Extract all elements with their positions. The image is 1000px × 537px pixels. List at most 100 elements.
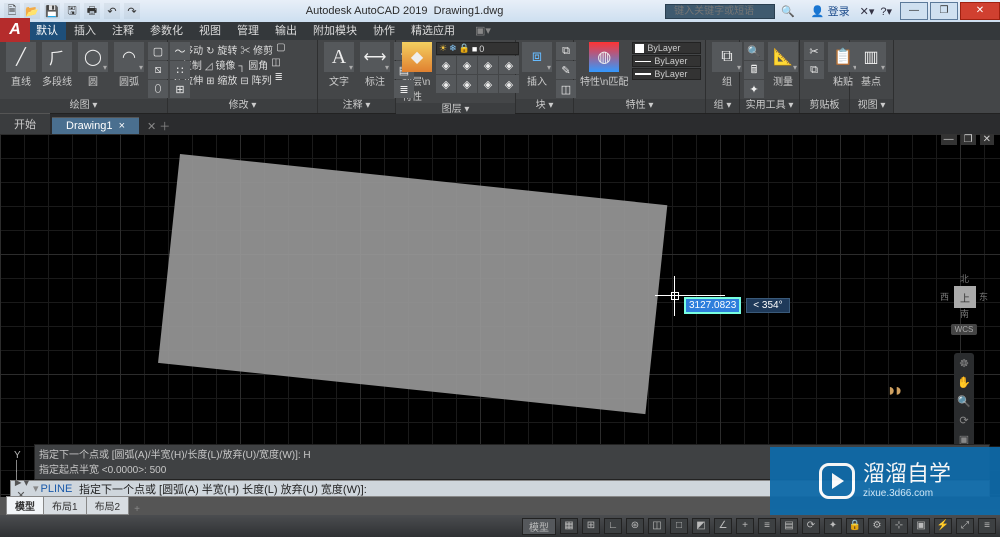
status-qp-icon[interactable]: ▣ (912, 518, 930, 534)
wcs-label[interactable]: WCS (951, 324, 978, 335)
status-otrack-icon[interactable]: ∠ (714, 518, 732, 534)
drawing-canvas[interactable]: — ❐ ✕ 3127.0823 < 354° Y││└── 北 南 东 西 上 … (0, 134, 1000, 497)
tool-rotate[interactable]: ↻ 旋转 (206, 42, 237, 57)
qat-saveas-icon[interactable]: 🖫 (64, 3, 80, 19)
tool-fillet[interactable]: ┐ 圆角 (238, 57, 268, 72)
dyn-distance-field[interactable]: 3127.0823 (685, 298, 740, 313)
ribbon-tab-parametric[interactable]: 参数化 (142, 22, 191, 40)
viewcube-top-face[interactable]: 上 (954, 286, 976, 308)
window-minimize-button[interactable]: — (900, 2, 928, 20)
color-dropdown[interactable]: ByLayer (632, 42, 701, 54)
layer-off-icon[interactable]: ◈ (457, 56, 477, 74)
panel-viewbase-label[interactable]: 视图 ▾ (850, 99, 893, 113)
status-units-icon[interactable]: ⊹ (890, 518, 908, 534)
qat-save-icon[interactable]: 💾 (44, 3, 60, 19)
tool-measure[interactable]: 📐测量 (766, 42, 800, 88)
window-close-button[interactable]: ✕ (960, 2, 1000, 20)
status-annoscale-icon[interactable]: 🔒 (846, 518, 864, 534)
doc-tab-start[interactable]: 开始 (0, 113, 50, 134)
util-select-icon[interactable]: 🔍 (744, 42, 764, 60)
status-hwaccel-icon[interactable]: ⚡ (934, 518, 952, 534)
status-cycle-icon[interactable]: ⟳ (802, 518, 820, 534)
ribbon-tab-addins[interactable]: 附加模块 (305, 22, 365, 40)
tool-text[interactable]: A文字 (322, 42, 356, 88)
viewcube-east[interactable]: 东 (979, 290, 988, 303)
panel-clipboard-label[interactable]: 剪贴板 (800, 99, 849, 113)
layer-more-icon[interactable]: ◈ (499, 75, 519, 93)
lineweight-dropdown[interactable]: ByLayer (632, 68, 701, 80)
ribbon-tab-collab[interactable]: 协作 (365, 22, 403, 40)
tool-region-icon[interactable]: ⊞ (170, 80, 190, 98)
doc-tab-new-icon[interactable]: ✕ ＋ (141, 118, 176, 134)
status-ortho-icon[interactable]: ∟ (604, 518, 622, 534)
doc-window-close-icon[interactable]: ✕ (980, 134, 994, 145)
doc-tab-drawing1[interactable]: Drawing1 × (52, 117, 139, 134)
panel-utilities-label[interactable]: 实用工具 ▾ (740, 99, 799, 113)
tool-trim-dd-icon[interactable]: ▢ (276, 42, 285, 57)
clip-copy-icon[interactable]: ⧉ (804, 61, 824, 79)
ribbon-tab-expand-icon[interactable]: ▣▾ (467, 22, 499, 40)
qat-plot-icon[interactable]: 🖶 (84, 3, 100, 19)
tool-dimension[interactable]: ⟷标注 (358, 42, 392, 88)
ribbon-tab-manage[interactable]: 管理 (229, 22, 267, 40)
block-create-icon[interactable]: ⧉ (556, 42, 576, 60)
util-point-icon[interactable]: ✦ (744, 80, 764, 98)
tool-arc[interactable]: ◠圆弧 (112, 42, 146, 88)
tool-line[interactable]: ╱直线 (4, 42, 38, 88)
window-maximize-button[interactable]: ❐ (930, 2, 958, 20)
clip-cut-icon[interactable]: ✂ (804, 42, 824, 60)
linetype-dropdown[interactable]: ByLayer (632, 55, 701, 67)
layout-tab-layout1[interactable]: 布局1 (43, 496, 87, 515)
qat-undo-icon[interactable]: ↶ (104, 3, 120, 19)
viewcube-south[interactable]: 南 (960, 307, 969, 320)
ribbon-tab-featured[interactable]: 精选应用 (403, 22, 463, 40)
viewcube[interactable]: 北 南 东 西 上 (940, 272, 988, 320)
doc-tab-close-icon[interactable]: × (119, 120, 125, 132)
nav-zoom-icon[interactable]: 🔍 (957, 395, 971, 408)
tool-hatch-icon[interactable]: ⧅ (148, 61, 168, 79)
ribbon-tab-annotate[interactable]: 注释 (104, 22, 142, 40)
layer-iso-icon[interactable]: ◈ (436, 56, 456, 74)
status-osnap-icon[interactable]: □ (670, 518, 688, 534)
doc-window-min-icon[interactable]: — (941, 134, 957, 145)
login-link[interactable]: 👤 登录 (811, 3, 850, 19)
qat-redo-icon[interactable]: ↷ (124, 3, 140, 19)
nav-pan-icon[interactable]: ✋ (957, 376, 971, 389)
tool-scale[interactable]: ⊞ 缩放 (206, 72, 237, 87)
tool-array[interactable]: ⊟ 阵列 (240, 72, 271, 87)
layer-match-icon[interactable]: ◈ (436, 75, 456, 93)
util-calc-icon[interactable]: 🖩 (744, 61, 764, 79)
tool-trim[interactable]: ✂ 修剪 (240, 42, 273, 57)
tool-array-dd-icon[interactable]: ≣ (275, 72, 283, 87)
tool-spline-icon[interactable]: 〜 (170, 42, 190, 60)
panel-block-label[interactable]: 块 ▾ (516, 99, 573, 113)
panel-group-label[interactable]: 组 ▾ (706, 99, 739, 113)
status-snap-icon[interactable]: ⊞ (582, 518, 600, 534)
qat-new-icon[interactable]: 🗎 (4, 3, 20, 19)
ribbon-tab-default[interactable]: 默认 (28, 22, 66, 40)
qat-open-icon[interactable]: 📂 (24, 3, 40, 19)
search-icon[interactable]: 🔍 (781, 5, 795, 18)
layer-lock-icon[interactable]: ◈ (499, 56, 519, 74)
status-annomon-icon[interactable]: ✦ (824, 518, 842, 534)
tool-mirror[interactable]: ◿ 镜像 (205, 57, 235, 72)
tool-match-properties[interactable]: ◍特性\n匹配 (578, 42, 630, 88)
layer-state-icon[interactable]: ◈ (478, 75, 498, 93)
status-grid-icon[interactable]: ▦ (560, 518, 578, 534)
panel-annotate-label[interactable]: 注释 ▾ (318, 99, 395, 113)
tool-mtext-icon[interactable]: ≣ (394, 80, 414, 98)
help-icon[interactable]: ?▾ (880, 5, 892, 18)
viewcube-west[interactable]: 西 (940, 290, 949, 303)
layer-prev-icon[interactable]: ◈ (457, 75, 477, 93)
status-iso-icon[interactable]: ◫ (648, 518, 666, 534)
layer-dropdown[interactable]: ☀❄🔒■ 0 (436, 42, 519, 55)
layer-freeze-icon[interactable]: ◈ (478, 56, 498, 74)
status-polar-icon[interactable]: ⊛ (626, 518, 644, 534)
tool-point-icon[interactable]: ∷ (170, 61, 190, 79)
ribbon-tab-insert[interactable]: 插入 (66, 22, 104, 40)
status-custom-icon[interactable]: ≡ (978, 518, 996, 534)
tool-base[interactable]: ▥基点 (854, 42, 888, 88)
layout-tab-model[interactable]: 模型 (6, 496, 44, 515)
block-edit-icon[interactable]: ✎ (556, 61, 576, 79)
status-trans-icon[interactable]: ▤ (780, 518, 798, 534)
